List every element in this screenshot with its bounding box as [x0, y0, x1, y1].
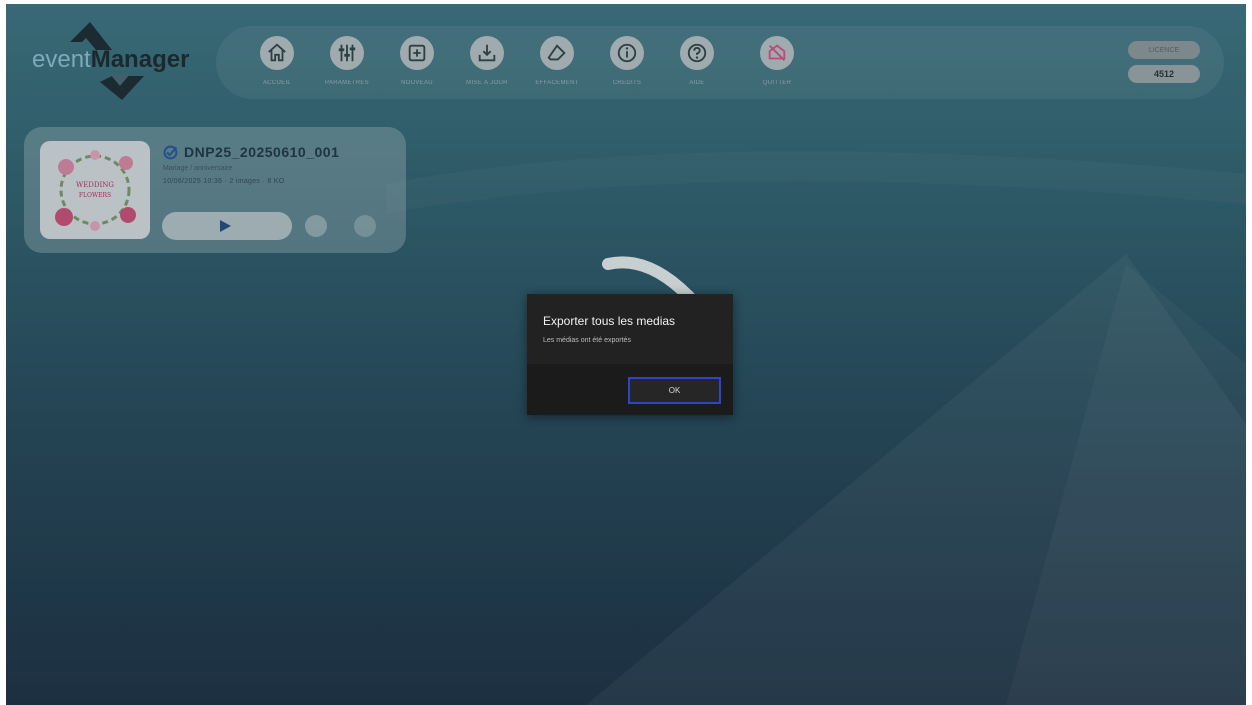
dialog-footer: OK	[527, 364, 733, 415]
ok-button[interactable]: OK	[628, 377, 721, 404]
dialog-message: Les médias ont été exportés	[543, 337, 631, 344]
app-screen: eventManager ACCUEIL PARAMÈTRES NOUVEAU …	[6, 4, 1246, 705]
export-dialog: Exporter tous les medias Les médias ont …	[527, 294, 733, 415]
dialog-title: Exporter tous les medias	[543, 314, 676, 328]
